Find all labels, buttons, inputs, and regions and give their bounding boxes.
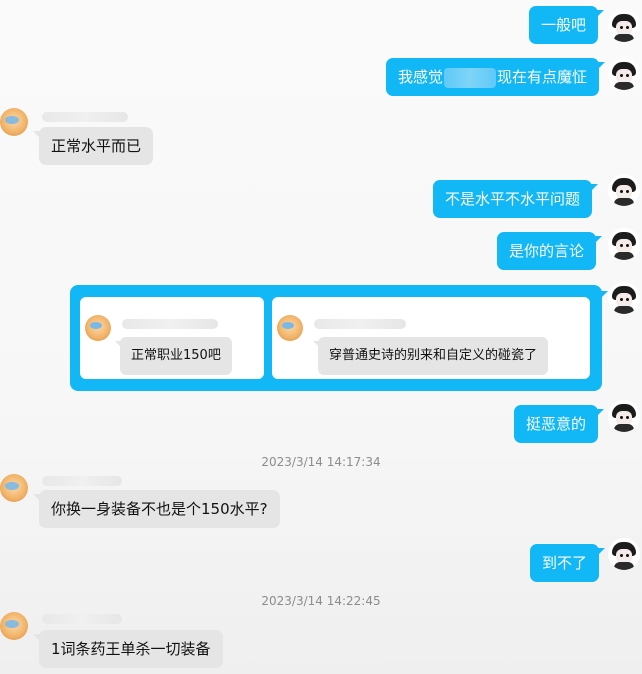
forwarded-avatar (277, 315, 303, 341)
message-bubble-self[interactable]: 是你的言论 (497, 232, 603, 270)
message-text: 现在有点魔怔 (497, 68, 588, 86)
message-bubble-self[interactable]: 一般吧 (529, 6, 605, 44)
message-bubble-other[interactable]: 正常水平而已 (32, 127, 154, 165)
message-bubble-self[interactable]: 我感觉 现在有点魔怔 (386, 58, 606, 96)
message-bubble-other[interactable]: 1词条药王单杀一切装备 (33, 630, 223, 668)
sender-name-redacted (42, 112, 128, 122)
message-bubble-self[interactable]: 到不了 (530, 544, 606, 582)
forwarded-message-left[interactable]: 正常职业150吧 (80, 297, 264, 379)
redacted-text (444, 67, 497, 88)
timestamp: 2023/3/14 14:22:45 (261, 594, 381, 608)
forwarded-message-text: 正常职业150吧 (115, 337, 232, 375)
contact-avatar[interactable] (0, 108, 28, 136)
self-avatar[interactable] (608, 10, 640, 42)
message-text: 我感觉 (398, 68, 444, 86)
sender-name-redacted (314, 319, 406, 329)
self-avatar[interactable] (608, 538, 640, 570)
forwarded-message-text: 穿普通史诗的别来和自定义的碰瓷了 (312, 337, 549, 375)
sender-name-redacted (122, 319, 218, 329)
forwarded-avatar (85, 315, 111, 341)
sender-name-redacted (42, 614, 122, 624)
contact-avatar[interactable] (0, 612, 28, 640)
self-avatar[interactable] (608, 174, 640, 206)
self-avatar[interactable] (608, 400, 640, 432)
timestamp: 2023/3/14 14:17:34 (261, 455, 381, 469)
self-avatar[interactable] (608, 228, 640, 260)
contact-avatar[interactable] (0, 474, 28, 502)
self-avatar[interactable] (608, 58, 640, 90)
forwarded-message-right[interactable]: 穿普通史诗的别来和自定义的碰瓷了 (272, 297, 590, 379)
message-bubble-self[interactable]: 挺恶意的 (514, 405, 605, 443)
self-avatar[interactable] (608, 282, 640, 314)
message-bubble-self[interactable]: 不是水平不水平问题 (433, 180, 599, 218)
forwarded-messages-card[interactable]: 正常职业150吧 穿普通史诗的别来和自定义的碰瓷了 (70, 285, 608, 391)
message-bubble-other[interactable]: 你换一身装备不也是个150水平? (33, 490, 280, 528)
sender-name-redacted (42, 476, 122, 486)
chat-window: 一般吧 我感觉 现在有点魔怔 正常水平而已 不是水平不水平问题 是你的言论 正常职… (0, 0, 642, 674)
